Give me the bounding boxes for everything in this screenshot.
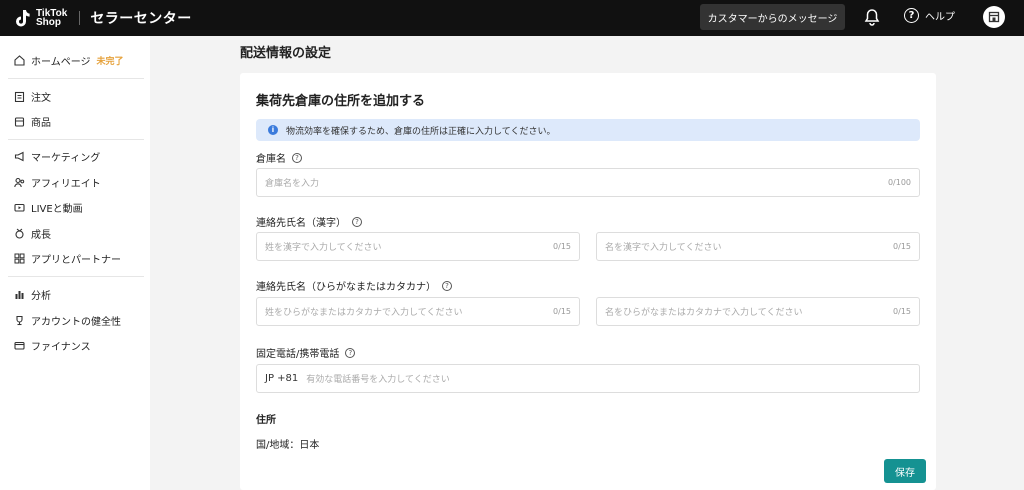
placeholder: 名をひらがなまたはカタカナで入力してください <box>605 308 803 318</box>
char-counter: 0/100 <box>887 178 911 187</box>
kanji-first-name-input[interactable]: 名を漢字で入力してください 0/15 <box>596 232 920 261</box>
card-icon <box>14 341 25 350</box>
info-icon: i <box>268 125 278 135</box>
page-title: 配送情報の設定 <box>240 46 332 61</box>
kana-last-name-input[interactable]: 姓をひらがなまたはカタカナで入力してください 0/15 <box>256 297 580 326</box>
tiktok-logo-icon <box>16 10 30 27</box>
placeholder: 有効な電話番号を入力してください <box>306 375 450 385</box>
analytics-icon <box>15 290 24 299</box>
app-title: セラーセンター <box>90 11 192 27</box>
char-counter: 0/15 <box>553 242 571 251</box>
help-tooltip-icon[interactable]: ? <box>442 280 452 291</box>
phone-label: 固定電話/携帯電話 ? <box>256 345 356 360</box>
product-icon <box>14 116 25 127</box>
char-counter: 0/15 <box>893 307 911 316</box>
help-tooltip-icon[interactable]: ? <box>345 347 356 358</box>
divider <box>8 276 144 277</box>
phone-input[interactable]: JP +81 有効な電話番号を入力してください <box>256 364 920 393</box>
info-text: 物流効率を確保するため、倉庫の住所は正確に入力してください。 <box>286 126 556 137</box>
country-code-selector[interactable]: JP +81 <box>265 373 298 384</box>
home-icon <box>14 54 25 66</box>
sidebar-item-apps-partners[interactable]: アプリとパートナー <box>14 250 121 266</box>
sidebar-item-marketing[interactable]: マーケティング <box>14 148 100 164</box>
help-tooltip-icon[interactable]: ? <box>352 216 362 227</box>
live-video-icon <box>14 203 25 212</box>
sidebar-item-label: 分析 <box>31 290 51 302</box>
sidebar-item-products[interactable]: 商品 <box>14 113 51 129</box>
store-icon <box>988 11 1000 23</box>
address-heading: 住所 <box>256 415 276 426</box>
sidebar-item-label: 商品 <box>31 117 51 129</box>
info-banner: i 物流効率を確保するため、倉庫の住所は正確に入力してください。 <box>256 119 920 141</box>
top-bar: TikTok Shop セラーセンター カスタマーからのメッセージ ? ヘルプ <box>0 0 1024 36</box>
megaphone-icon <box>14 151 24 161</box>
warehouse-form-card: 集荷先倉庫の住所を追加する i 物流効率を確保するため、倉庫の住所は正確に入力し… <box>240 73 936 490</box>
sidebar: ホームページ 未完了 注文 商品 マーケティング アフィリエイト LIVEと動画… <box>0 36 150 490</box>
sidebar-item-label: アプリとパートナー <box>31 254 121 266</box>
sidebar-item-growth[interactable]: 成長 <box>14 225 51 241</box>
save-button[interactable]: 保存 <box>884 459 926 483</box>
sidebar-item-label: 注文 <box>31 92 51 104</box>
order-icon <box>14 91 25 102</box>
sidebar-item-affiliate[interactable]: アフィリエイト <box>14 174 101 190</box>
sidebar-item-label: ホームページ <box>31 56 91 68</box>
bell-icon[interactable] <box>864 8 880 26</box>
placeholder: 姓をひらがなまたはカタカナで入力してください <box>265 308 463 318</box>
affiliate-icon <box>14 177 25 187</box>
sidebar-item-label: 成長 <box>31 229 51 241</box>
divider <box>8 78 144 79</box>
warehouse-name-label: 倉庫名 ? <box>256 150 302 165</box>
kana-name-label: 連絡先氏名（ひらがなまたはカタカナ） ? <box>256 278 452 293</box>
sidebar-item-home[interactable]: ホームページ 未完了 <box>14 52 124 68</box>
kanji-last-name-input[interactable]: 姓を漢字で入力してください 0/15 <box>256 232 580 261</box>
placeholder: 倉庫名を入力 <box>265 179 320 189</box>
sidebar-item-analytics[interactable]: 分析 <box>14 286 51 302</box>
warehouse-name-input[interactable]: 倉庫名を入力 0/100 <box>256 168 920 197</box>
help-button[interactable]: ? ヘルプ <box>904 8 955 23</box>
help-tooltip-icon[interactable]: ? <box>292 152 302 163</box>
customer-messages-button[interactable]: カスタマーからのメッセージ <box>700 4 845 30</box>
placeholder: 名を漢字で入力してください <box>605 243 722 253</box>
sidebar-item-label: アフィリエイト <box>31 178 101 190</box>
divider <box>8 139 144 140</box>
help-icon: ? <box>904 8 919 23</box>
kana-first-name-input[interactable]: 名をひらがなまたはカタカナで入力してください 0/15 <box>596 297 920 326</box>
sidebar-item-finance[interactable]: ファイナンス <box>14 337 91 353</box>
trophy-icon <box>16 315 23 325</box>
sidebar-item-account-health[interactable]: アカウントの健全性 <box>14 312 121 328</box>
brand-line-2: Shop <box>36 17 61 28</box>
sidebar-item-live-video[interactable]: LIVEと動画 <box>14 199 83 215</box>
store-avatar[interactable] <box>983 6 1005 28</box>
sidebar-item-label: LIVEと動画 <box>31 203 83 215</box>
sidebar-item-label: ファイナンス <box>31 341 91 353</box>
char-counter: 0/15 <box>893 242 911 251</box>
kanji-name-label: 連絡先氏名（漢字） ? <box>256 214 362 229</box>
tiktok-shop-logo[interactable]: TikTok Shop <box>12 8 67 28</box>
divider <box>79 11 81 25</box>
card-title: 集荷先倉庫の住所を追加する <box>256 94 426 109</box>
sidebar-item-label: マーケティング <box>31 152 101 164</box>
growth-icon <box>15 228 24 239</box>
incomplete-badge: 未完了 <box>96 56 124 67</box>
apps-icon <box>14 253 25 263</box>
char-counter: 0/15 <box>553 307 571 316</box>
help-label: ヘルプ <box>925 12 955 23</box>
sidebar-item-orders[interactable]: 注文 <box>14 88 51 104</box>
sidebar-item-label: アカウントの健全性 <box>31 316 121 328</box>
country-region: 国/地域：日本 <box>256 440 320 451</box>
placeholder: 姓を漢字で入力してください <box>265 243 382 253</box>
